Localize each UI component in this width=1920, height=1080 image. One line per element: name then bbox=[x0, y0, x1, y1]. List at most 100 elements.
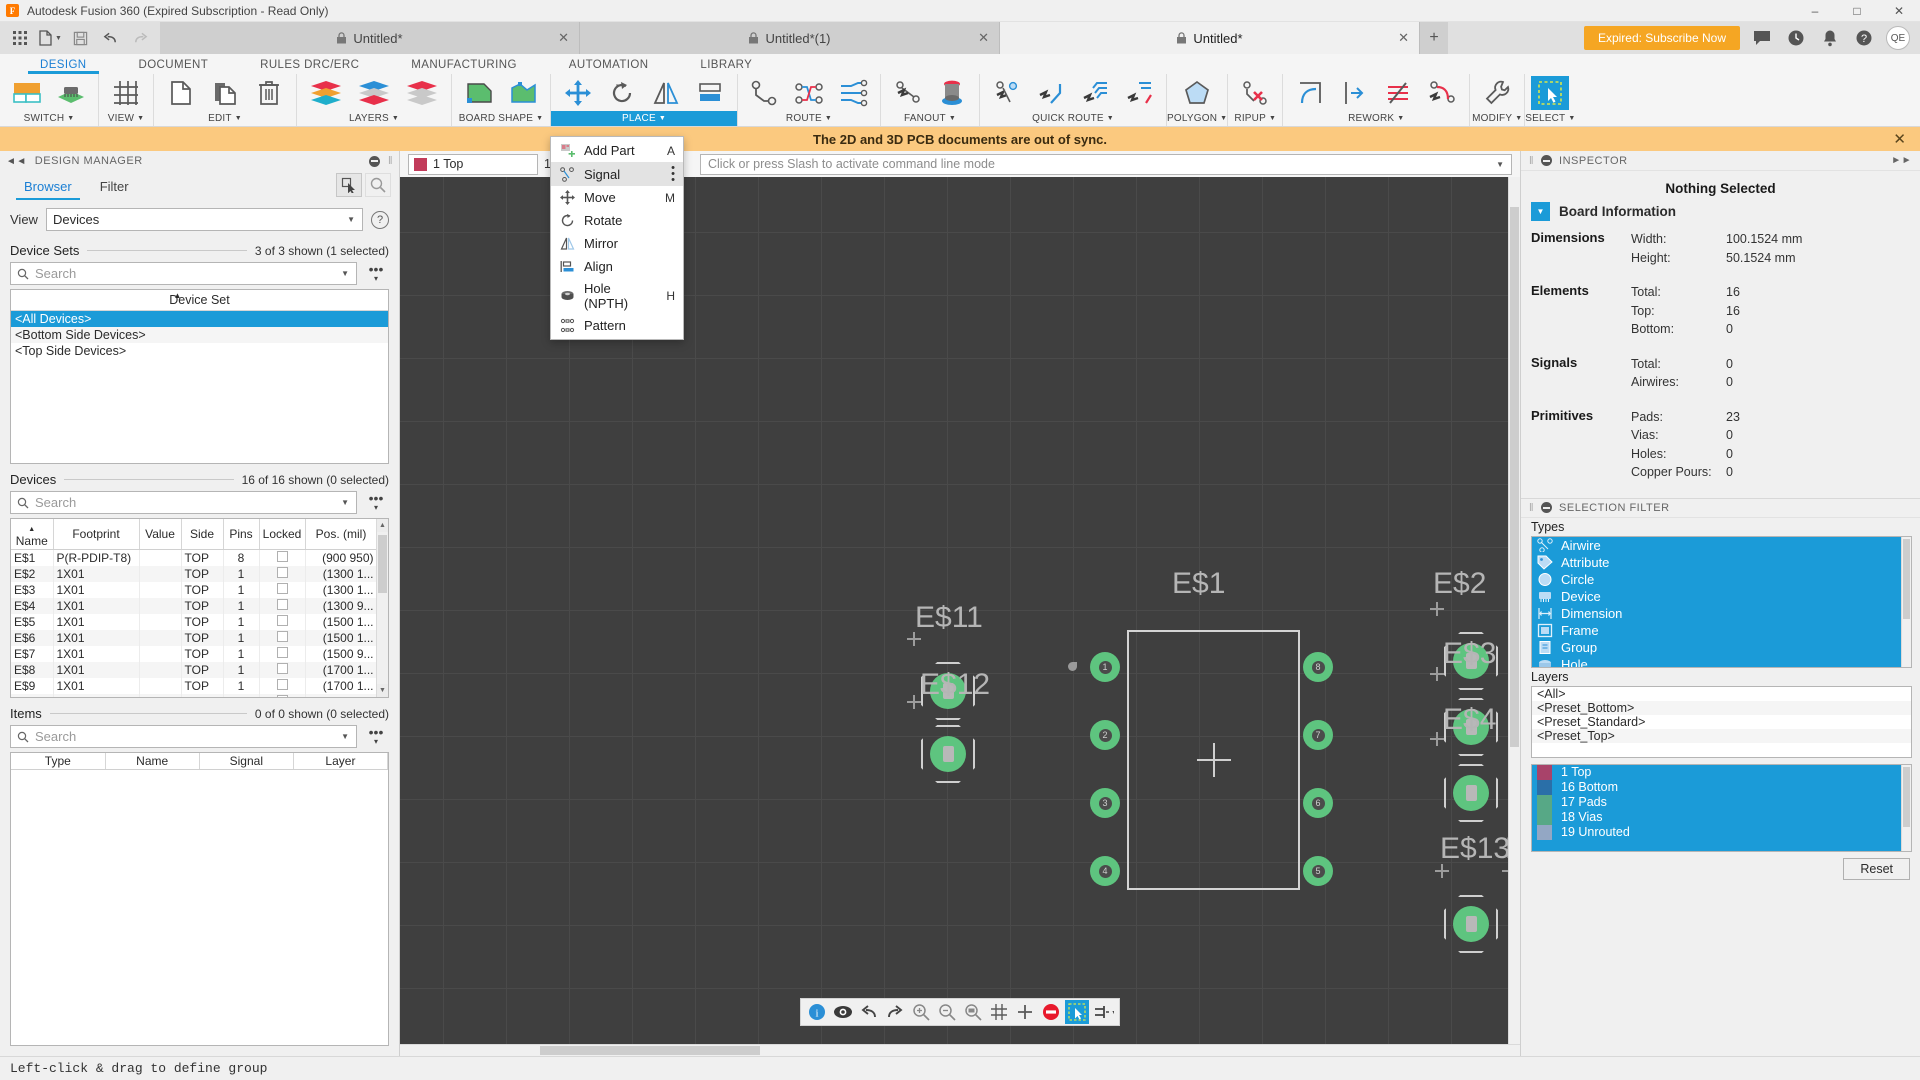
dip-pad-4[interactable]: 4 bbox=[1090, 856, 1120, 886]
scroll-thumb[interactable] bbox=[1903, 766, 1910, 827]
scroll-down-icon[interactable]: ▼ bbox=[377, 684, 388, 697]
type-row-hole[interactable]: Hole bbox=[1532, 656, 1911, 667]
collapse-left-icon[interactable]: ◄◄ bbox=[6, 156, 27, 167]
board-edit-shape-icon[interactable] bbox=[502, 76, 544, 110]
type-row-airwire[interactable]: Airwire bbox=[1532, 537, 1911, 554]
device-sets-more-button[interactable]: ••• ▾ bbox=[363, 262, 389, 284]
chevron-down-icon[interactable]: ▼ bbox=[1220, 115, 1227, 122]
dip-pad-3[interactable]: 3 bbox=[1090, 788, 1120, 818]
chevron-down-icon[interactable]: ▼ bbox=[137, 115, 144, 122]
bell-notification-icon[interactable] bbox=[1818, 26, 1842, 50]
canvas-horizontal-scrollbar[interactable] bbox=[400, 1044, 1520, 1056]
device-set-row-all[interactable]: <All Devices> bbox=[11, 311, 388, 327]
ribbon-tab-document[interactable]: DOCUMENT bbox=[113, 59, 235, 74]
minimize-panel-icon[interactable] bbox=[1541, 502, 1553, 513]
close-window-button[interactable]: ✕ bbox=[1878, 0, 1920, 22]
paste-icon[interactable] bbox=[204, 76, 246, 110]
layer-row-bottom[interactable]: 16 Bottom bbox=[1532, 779, 1911, 795]
items-search-input[interactable]: Search ▼ bbox=[10, 725, 357, 748]
command-line-input[interactable]: Click or press Slash to activate command… bbox=[700, 153, 1512, 175]
more-options-icon[interactable]: • • • bbox=[671, 163, 675, 186]
chevron-down-icon[interactable]: ▼ bbox=[341, 498, 349, 507]
layer-preset-bottom[interactable]: <Preset_Bottom> bbox=[1532, 700, 1911, 715]
ribbon-tab-design[interactable]: DESIGN bbox=[14, 59, 113, 74]
chevron-down-icon[interactable]: ▼ bbox=[659, 115, 666, 122]
wrench-modify-icon[interactable] bbox=[1476, 76, 1518, 110]
locked-checkbox[interactable] bbox=[276, 615, 288, 626]
scroll-thumb[interactable] bbox=[1510, 207, 1519, 747]
chevron-down-icon[interactable]: ▼ bbox=[1397, 115, 1404, 122]
chevron-down-icon[interactable]: ▼ bbox=[341, 269, 349, 278]
zoom-out-icon[interactable] bbox=[935, 1000, 959, 1024]
locked-checkbox[interactable] bbox=[276, 551, 288, 562]
layer-row-unrouted[interactable]: 19 Unrouted bbox=[1532, 824, 1911, 840]
layer-stack-color-icon[interactable] bbox=[303, 76, 349, 110]
board-outline-icon[interactable] bbox=[458, 76, 500, 110]
chevron-down-icon[interactable]: ▼ bbox=[347, 215, 355, 224]
device-sets-search-input[interactable]: Search ▼ bbox=[10, 262, 357, 285]
layer-preset-standard[interactable]: <Preset_Standard> bbox=[1532, 715, 1911, 729]
col-name[interactable]: ▲ Name bbox=[11, 519, 54, 550]
layer-stack-gray-icon[interactable] bbox=[399, 76, 445, 110]
fanout-auto-icon[interactable] bbox=[887, 76, 929, 110]
document-tab-3[interactable]: Untitled* ✕ bbox=[1000, 22, 1420, 54]
close-tab-2-button[interactable]: ✕ bbox=[978, 30, 989, 46]
select-tool-icon[interactable] bbox=[336, 173, 362, 197]
ribbon-tab-rules[interactable]: RULES DRC/ERC bbox=[234, 59, 385, 74]
panel-grip[interactable]: ‖ bbox=[388, 155, 393, 167]
types-scrollbar[interactable] bbox=[1901, 536, 1911, 667]
items-more-button[interactable]: ••• ▾ bbox=[363, 725, 389, 747]
tab-browser[interactable]: Browser bbox=[10, 175, 86, 200]
chevron-down-icon[interactable]: ▼ bbox=[949, 115, 956, 122]
devices-search-input[interactable]: Search ▼ bbox=[10, 491, 357, 514]
canvas-vertical-scrollbar[interactable] bbox=[1508, 177, 1520, 1044]
subscribe-button[interactable]: Expired: Subscribe Now bbox=[1583, 26, 1740, 50]
save-icon[interactable] bbox=[66, 25, 94, 51]
chevron-down-icon[interactable]: ▼ bbox=[1496, 160, 1504, 169]
document-tab-1[interactable]: Untitled* ✕ bbox=[160, 22, 580, 54]
marquee-select-icon[interactable] bbox=[1065, 1000, 1089, 1024]
locked-checkbox[interactable] bbox=[276, 695, 288, 697]
device-set-row-bottom[interactable]: <Bottom Side Devices> bbox=[11, 327, 388, 343]
dip-pad-2[interactable]: 2 bbox=[1090, 720, 1120, 750]
layer-row-pads[interactable]: 17 Pads bbox=[1532, 794, 1911, 810]
col-footprint[interactable]: Footprint bbox=[53, 519, 140, 550]
expand-right-icon[interactable]: ►► bbox=[1891, 155, 1912, 166]
locked-checkbox[interactable] bbox=[276, 647, 288, 658]
close-banner-button[interactable]: ✕ bbox=[1893, 130, 1906, 148]
place-move-icon[interactable] bbox=[557, 76, 599, 110]
tab-filter[interactable]: Filter bbox=[86, 175, 143, 200]
menu-item-add-part[interactable]: Add Part A bbox=[551, 139, 683, 162]
scroll-thumb[interactable] bbox=[378, 535, 387, 593]
route-bus-icon[interactable] bbox=[832, 76, 874, 110]
devices-more-button[interactable]: ••• ▾ bbox=[363, 491, 389, 513]
chevron-down-icon[interactable]: ▼ bbox=[235, 115, 242, 122]
quick-route-net-icon[interactable] bbox=[986, 76, 1028, 110]
info-icon[interactable]: i bbox=[805, 1000, 829, 1024]
menu-item-move[interactable]: Move M bbox=[551, 186, 683, 209]
grid-icon[interactable] bbox=[987, 1000, 1011, 1024]
locked-checkbox[interactable] bbox=[276, 599, 288, 610]
layers-list[interactable]: 1 Top 16 Bottom 17 Pads 18 Vias 19 Unrou… bbox=[1531, 763, 1912, 852]
route-meander-icon[interactable] bbox=[788, 76, 830, 110]
maximize-button[interactable]: □ bbox=[1836, 0, 1878, 22]
chevron-down-icon[interactable]: ▼ bbox=[1269, 115, 1276, 122]
col-value[interactable]: Value bbox=[139, 519, 182, 550]
ripup-icon[interactable] bbox=[1234, 76, 1276, 110]
device-sets-column-header[interactable]: ▲ Device Set bbox=[11, 290, 388, 311]
panel-grip[interactable]: ‖ bbox=[1529, 155, 1534, 167]
grid-apps-icon[interactable] bbox=[6, 25, 34, 51]
chevron-down-icon[interactable]: ▼ bbox=[67, 115, 74, 122]
expand-collapse-icon[interactable]: ▼ bbox=[1531, 202, 1550, 221]
ribbon-tab-automation[interactable]: AUTOMATION bbox=[543, 59, 675, 74]
locked-checkbox[interactable] bbox=[276, 663, 288, 674]
col-locked[interactable]: Locked bbox=[259, 519, 306, 550]
rework-push-icon[interactable] bbox=[1333, 76, 1375, 110]
minimize-panel-icon[interactable] bbox=[368, 155, 380, 167]
close-tab-1-button[interactable]: ✕ bbox=[558, 30, 569, 46]
view-combo[interactable]: Devices ▼ bbox=[45, 208, 363, 231]
scroll-thumb[interactable] bbox=[540, 1046, 760, 1055]
rework-miter-icon[interactable] bbox=[1289, 76, 1331, 110]
chevron-down-icon[interactable]: ▼ bbox=[392, 115, 399, 122]
col-name[interactable]: Name bbox=[105, 753, 200, 770]
